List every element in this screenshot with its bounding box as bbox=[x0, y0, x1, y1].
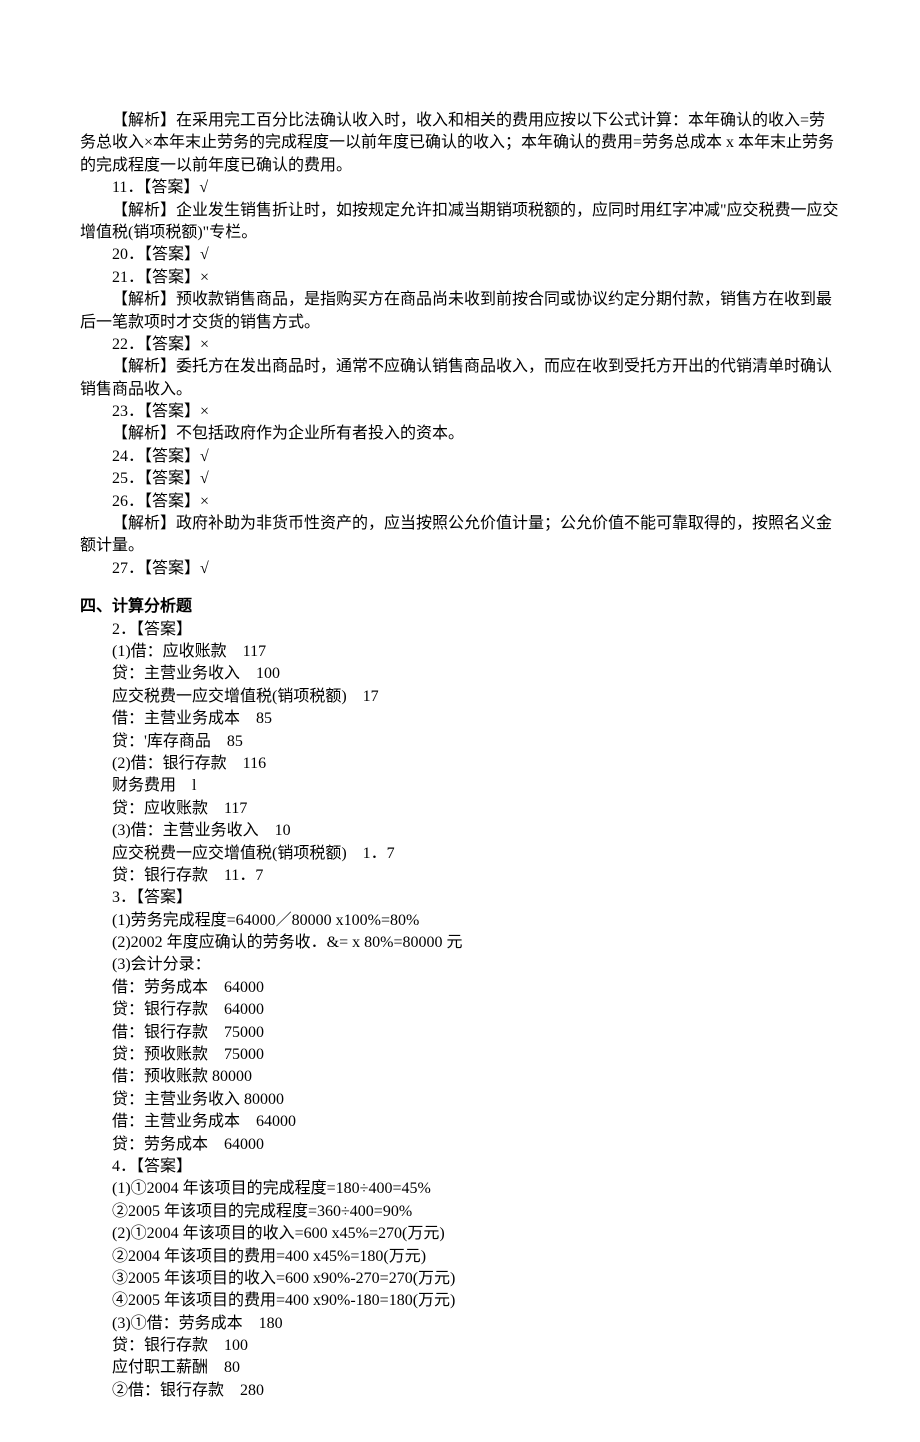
text-line: 贷：预收账款 75000 bbox=[80, 1044, 840, 1066]
text-line: 【解析】政府补助为非货币性资产的，应当按照公允价值计量；公允价值不能可靠取得的，… bbox=[80, 513, 840, 558]
text-line: 贷：银行存款 100 bbox=[80, 1335, 840, 1357]
text-line: 应交税费一应交增值税(销项税额) 17 bbox=[80, 686, 840, 708]
text-line: 21．【答案】× bbox=[80, 267, 840, 289]
text-line: 4．【答案】 bbox=[80, 1156, 840, 1178]
text-line: 20．【答案】√ bbox=[80, 244, 840, 266]
text-line: 应付职工薪酬 80 bbox=[80, 1357, 840, 1379]
text-line: 22．【答案】× bbox=[80, 334, 840, 356]
text-line: 贷：'库存商品 85 bbox=[80, 731, 840, 753]
text-line: (1)借：应收账款 117 bbox=[80, 641, 840, 663]
text-line: 【解析】委托方在发出商品时，通常不应确认销售商品收入，而应在收到受托方开出的代销… bbox=[80, 356, 840, 401]
text-line: 借：主营业务成本 64000 bbox=[80, 1111, 840, 1133]
text-line: 23．【答案】× bbox=[80, 401, 840, 423]
text-line: 【解析】预收款销售商品，是指购买方在商品尚未收到前按合同或协议约定分期付款，销售… bbox=[80, 289, 840, 334]
document-body: 【解析】在采用完工百分比法确认收入时，收入和相关的费用应按以下公式计算：本年确认… bbox=[80, 110, 840, 1402]
text-line: 借：预收账款 80000 bbox=[80, 1066, 840, 1088]
text-line: 【解析】不包括政府作为企业所有者投入的资本。 bbox=[80, 423, 840, 445]
text-line: (3)①借：劳务成本 180 bbox=[80, 1313, 840, 1335]
text-line: 11．【答案】√ bbox=[80, 177, 840, 199]
text-line: 贷：银行存款 11．7 bbox=[80, 865, 840, 887]
text-line: 24．【答案】√ bbox=[80, 446, 840, 468]
text-line: ③2005 年该项目的收入=600 x90%-270=270(万元) bbox=[80, 1268, 840, 1290]
text-line: 借：劳务成本 64000 bbox=[80, 977, 840, 999]
text-line: 贷：主营业务收入 80000 bbox=[80, 1089, 840, 1111]
text-line: 2．【答案】 bbox=[80, 619, 840, 641]
text-line: (2)①2004 年该项目的收入=600 x45%=270(万元) bbox=[80, 1223, 840, 1245]
text-line: 借：银行存款 75000 bbox=[80, 1022, 840, 1044]
text-line: 借：主营业务成本 85 bbox=[80, 708, 840, 730]
text-line: (3)借：主营业务收入 10 bbox=[80, 820, 840, 842]
text-line: 贷：主营业务收入 100 bbox=[80, 663, 840, 685]
text-line: (1)①2004 年该项目的完成程度=180÷400=45% bbox=[80, 1178, 840, 1200]
text-line: (1)劳务完成程度=64000／80000 x100%=80% bbox=[80, 910, 840, 932]
text-line: 3．【答案】 bbox=[80, 887, 840, 909]
text-line: 应交税费一应交增值税(销项税额) 1．7 bbox=[80, 843, 840, 865]
text-line: 四、计算分析题 bbox=[80, 596, 840, 618]
text-line: 27．【答案】√ bbox=[80, 558, 840, 580]
text-line: (2)2002 年度应确认的劳务收．&= x 80%=80000 元 bbox=[80, 932, 840, 954]
text-line: ②2004 年该项目的费用=400 x45%=180(万元) bbox=[80, 1246, 840, 1268]
text-line: 财务费用 l bbox=[80, 775, 840, 797]
text-line: 贷：银行存款 64000 bbox=[80, 999, 840, 1021]
text-line: 【解析】企业发生销售折让时，如按规定允许扣减当期销项税额的，应同时用红字冲减"应… bbox=[80, 200, 840, 245]
text-line: (3)会计分录： bbox=[80, 954, 840, 976]
text-line: ②借：银行存款 280 bbox=[80, 1380, 840, 1402]
text-line: 贷：劳务成本 64000 bbox=[80, 1134, 840, 1156]
text-line: 25．【答案】√ bbox=[80, 468, 840, 490]
text-line: (2)借：银行存款 116 bbox=[80, 753, 840, 775]
text-line: ②2005 年该项目的完成程度=360÷400=90% bbox=[80, 1201, 840, 1223]
text-line: 【解析】在采用完工百分比法确认收入时，收入和相关的费用应按以下公式计算：本年确认… bbox=[80, 110, 840, 177]
text-line: 贷：应收账款 117 bbox=[80, 798, 840, 820]
text-line: 26．【答案】× bbox=[80, 491, 840, 513]
